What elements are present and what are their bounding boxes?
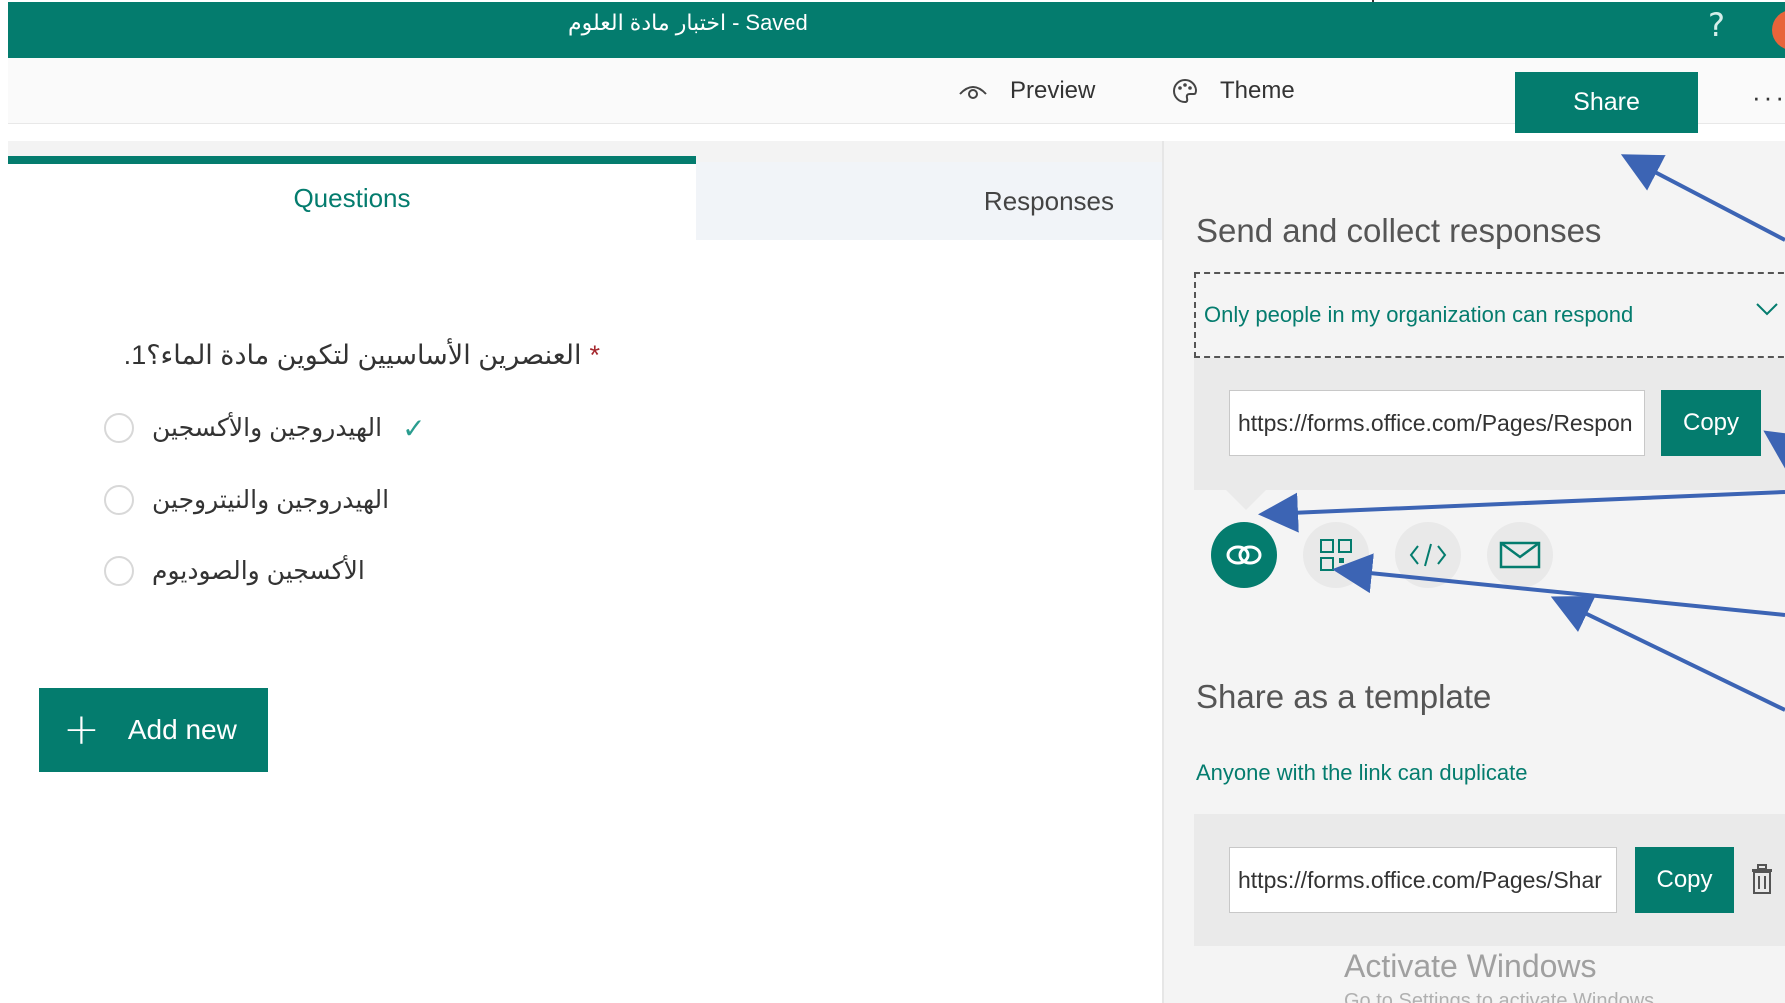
option-item[interactable]: الأكسجين والصوديوم bbox=[104, 551, 365, 591]
question-title[interactable]: *العنصرين الأساسيين لتكوين مادة الماء؟1. bbox=[80, 340, 600, 371]
radio-button[interactable] bbox=[104, 556, 134, 586]
required-marker: * bbox=[589, 340, 600, 370]
form-title-text: اختبار مادة العلوم bbox=[568, 10, 727, 35]
copy-response-link-button[interactable]: Copy bbox=[1661, 390, 1761, 456]
add-new-button[interactable]: + Add new bbox=[39, 688, 268, 772]
copy-template-link-button[interactable]: Copy bbox=[1635, 847, 1734, 913]
template-section-title: Share as a template bbox=[1196, 678, 1492, 715]
chevron-down-icon bbox=[1756, 303, 1778, 316]
theme-button[interactable]: Theme bbox=[1172, 58, 1295, 124]
share-embed-option[interactable] bbox=[1395, 522, 1461, 588]
option-item[interactable]: الهيدروجين والأكسجين ✓ bbox=[104, 408, 426, 448]
question-text: العنصرين الأساسيين لتكوين مادة الماء؟ bbox=[146, 340, 582, 370]
app-header: اختبار مادة العلوم - Saved ? bbox=[8, 2, 1785, 58]
question-number: 1. bbox=[123, 340, 147, 370]
permission-dropdown[interactable]: Only people in my organization can respo… bbox=[1194, 272, 1785, 358]
radio-button[interactable] bbox=[104, 413, 134, 443]
link-icon bbox=[1226, 545, 1262, 565]
radio-button[interactable] bbox=[104, 485, 134, 515]
more-options-button[interactable]: ··· bbox=[1752, 82, 1785, 113]
share-link-option[interactable] bbox=[1211, 522, 1277, 588]
save-status: Saved bbox=[745, 10, 808, 35]
form-title: اختبار مادة العلوم - Saved bbox=[568, 10, 968, 36]
preview-label: Preview bbox=[1010, 77, 1096, 104]
qr-code-icon bbox=[1320, 539, 1352, 571]
option-text: الهيدروجين والنيتروجين bbox=[152, 486, 390, 514]
correct-check-icon[interactable]: ✓ bbox=[402, 412, 425, 445]
forms-editor-page: اختبار مادة العلوم - Saved ? Preview Theme… bbox=[0, 0, 1785, 1003]
tab-responses[interactable]: Responses bbox=[696, 162, 1162, 240]
permission-value: Only people in my organization can respo… bbox=[1204, 302, 1634, 327]
trash-icon[interactable] bbox=[1749, 863, 1775, 895]
link-box-pointer bbox=[1224, 488, 1268, 510]
help-button[interactable]: ? bbox=[1708, 6, 1725, 44]
title-separator: - bbox=[732, 10, 740, 35]
response-url-field[interactable]: https://forms.office.com/Pages/Respon bbox=[1229, 390, 1645, 456]
add-new-label: Add new bbox=[127, 714, 237, 745]
tab-active-indicator bbox=[8, 156, 696, 164]
share-button[interactable]: Share bbox=[1515, 72, 1698, 133]
preview-button[interactable]: Preview bbox=[958, 58, 1095, 124]
option-text: الهيدروجين والأكسجين bbox=[152, 414, 383, 442]
option-text: الأكسجين والصوديوم bbox=[152, 557, 365, 585]
option-item[interactable]: الهيدروجين والنيتروجين bbox=[104, 480, 389, 520]
share-qr-option[interactable] bbox=[1303, 522, 1369, 588]
template-url-field[interactable]: https://forms.office.com/Pages/Shar bbox=[1229, 847, 1617, 913]
share-email-option[interactable] bbox=[1487, 522, 1553, 588]
tab-responses-label: Responses bbox=[983, 185, 1114, 216]
embed-code-icon bbox=[1409, 543, 1447, 567]
email-icon bbox=[1499, 541, 1541, 569]
share-panel-title: Send and collect responses bbox=[1196, 212, 1602, 249]
plus-icon: + bbox=[63, 704, 100, 755]
theme-label: Theme bbox=[1220, 77, 1295, 104]
template-permission-link[interactable]: Anyone with the link can duplicate bbox=[1196, 760, 1527, 786]
activate-windows-subtitle: Go to Settings to activate Windows. bbox=[1344, 990, 1660, 1003]
tab-questions[interactable]: Questions bbox=[8, 156, 696, 240]
palette-icon bbox=[1173, 78, 1198, 104]
avatar[interactable] bbox=[1772, 10, 1785, 50]
eye-icon bbox=[959, 86, 987, 99]
activate-windows-title: Activate Windows bbox=[1344, 948, 1597, 984]
